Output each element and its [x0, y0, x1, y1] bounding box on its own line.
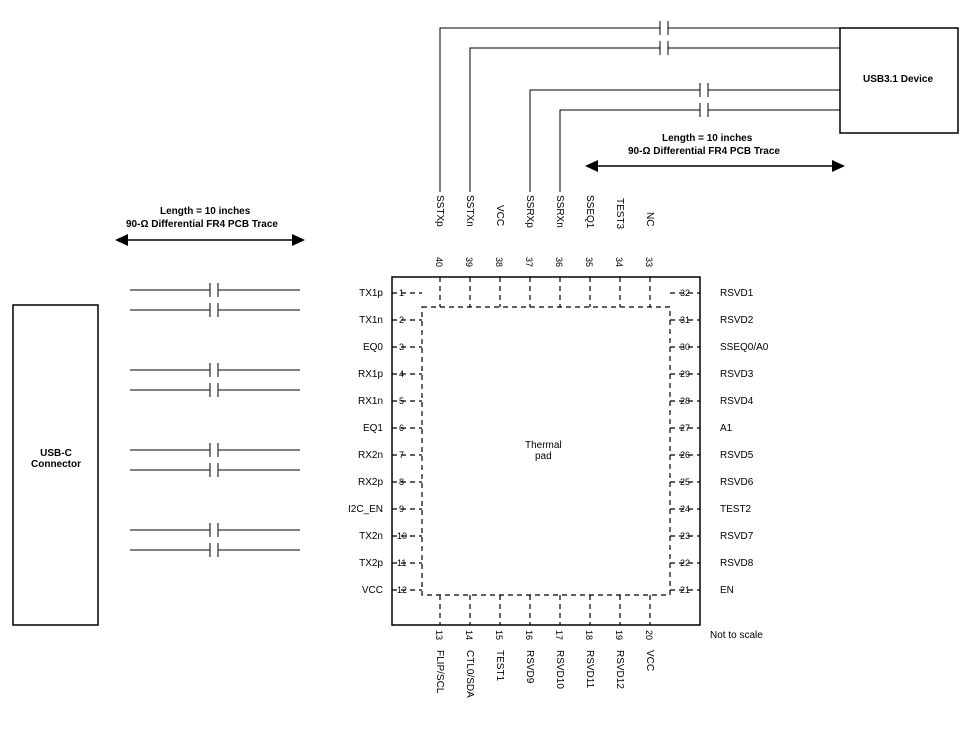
- pin-top-38-name: VCC: [494, 205, 505, 226]
- pin-bot-14-num: 14: [464, 630, 474, 640]
- pin-right-22-name: RSVD8: [720, 558, 753, 569]
- pin-left-6-name: EQ1: [328, 423, 383, 434]
- pin-top-37-num: 37: [524, 257, 534, 267]
- left-trace-len: Length = 10 inches: [160, 206, 250, 217]
- pin-left-12-name: VCC: [328, 585, 383, 596]
- pin-top-33-num: 33: [644, 257, 654, 267]
- pin-left-3-num: 3: [399, 342, 404, 352]
- right-trace-len: Length = 10 inches: [662, 133, 752, 144]
- usbc-label: USB-C Connector: [26, 448, 86, 470]
- pin-right-32-num: 32: [680, 288, 690, 298]
- pin-left-4-num: 4: [399, 369, 404, 379]
- pin-bot-16-num: 16: [524, 630, 534, 640]
- pin-top-38-num: 38: [494, 257, 504, 267]
- pin-top-40-num: 40: [434, 257, 444, 267]
- pin-right-30-name: SSEQ0/A0: [720, 342, 768, 353]
- pin-left-12-num: 12: [397, 585, 407, 595]
- pin-left-1-num: 1: [399, 288, 404, 298]
- not-to-scale: Not to scale: [710, 630, 763, 641]
- pins-top-leads: [440, 277, 650, 307]
- pin-bot-17-name: RSVD10: [554, 650, 565, 689]
- pin-left-10-num: 10: [397, 531, 407, 541]
- pin-bot-19-num: 19: [614, 630, 624, 640]
- pin-top-35-name: SSEQ1: [584, 195, 595, 228]
- pin-top-35-num: 35: [584, 257, 594, 267]
- pin-right-25-num: 25: [680, 477, 690, 487]
- pin-top-34-name: TEST3: [614, 198, 625, 229]
- usb31-label: USB3.1 Device: [848, 74, 948, 85]
- pin-left-9-name: I2C_EN: [328, 504, 383, 515]
- pin-left-10-name: TX2n: [328, 531, 383, 542]
- pin-bot-16-name: RSVD9: [524, 650, 535, 683]
- pin-right-24-num: 24: [680, 504, 690, 514]
- pin-right-24-name: TEST2: [720, 504, 751, 515]
- pin-bot-14-name: CTL0/SDA: [464, 650, 475, 698]
- pin-top-36-num: 36: [554, 257, 564, 267]
- pin-top-40-name: SSTXp: [434, 195, 445, 227]
- pin-bot-18-num: 18: [584, 630, 594, 640]
- pin-right-31-name: RSVD2: [720, 315, 753, 326]
- pin-left-5-name: RX1n: [328, 396, 383, 407]
- pin-left-9-num: 9: [399, 504, 404, 514]
- pin-right-28-num: 28: [680, 396, 690, 406]
- pin-right-28-name: RSVD4: [720, 396, 753, 407]
- pin-bot-13-num: 13: [434, 630, 444, 640]
- pins-right-leads: [670, 293, 700, 590]
- pin-left-4-name: RX1p: [328, 369, 383, 380]
- pin-right-29-num: 29: [680, 369, 690, 379]
- pin-right-26-name: RSVD5: [720, 450, 753, 461]
- left-caps: [130, 283, 300, 557]
- pin-bot-15-num: 15: [494, 630, 504, 640]
- pin-left-11-name: TX2p: [328, 558, 383, 569]
- pin-left-8-name: RX2p: [328, 477, 383, 488]
- pin-left-7-num: 7: [399, 450, 404, 460]
- pin-left-11-num: 11: [397, 558, 406, 568]
- right-arrow: [585, 160, 845, 172]
- pin-right-31-num: 31: [680, 315, 690, 325]
- pin-top-39-name: SSTXn: [464, 195, 475, 227]
- pin-right-27-name: A1: [720, 423, 732, 434]
- pin-right-25-name: RSVD6: [720, 477, 753, 488]
- pin-right-21-name: EN: [720, 585, 734, 596]
- pin-left-6-num: 6: [399, 423, 404, 433]
- right-trace-imp: 90-Ω Differential FR4 PCB Trace: [628, 146, 780, 157]
- pin-bot-19-name: RSVD12: [614, 650, 625, 689]
- pin-bot-17-num: 17: [554, 630, 564, 640]
- pin-right-27-num: 27: [680, 423, 690, 433]
- pin-bot-15-name: TEST1: [494, 650, 505, 681]
- left-trace-imp: 90-Ω Differential FR4 PCB Trace: [126, 219, 278, 230]
- thermal-pad-label: Thermal pad: [525, 440, 562, 462]
- left-arrow: [115, 234, 305, 246]
- pin-left-3-name: EQ0: [328, 342, 383, 353]
- pin-right-32-name: RSVD1: [720, 288, 753, 299]
- pin-top-36-name: SSRXn: [554, 195, 565, 228]
- pin-left-2-num: 2: [399, 315, 404, 325]
- pin-left-7-name: RX2n: [328, 450, 383, 461]
- pins-bottom-leads: [440, 595, 650, 625]
- pin-right-30-num: 30: [680, 342, 690, 352]
- pin-bot-13-name: FLIP/SCL: [434, 650, 445, 693]
- pin-left-2-name: TX1n: [328, 315, 383, 326]
- pin-right-23-name: RSVD7: [720, 531, 753, 542]
- pin-left-1-name: TX1p: [328, 288, 383, 299]
- pin-right-22-num: 22: [680, 558, 690, 568]
- diagram-canvas: [0, 0, 966, 737]
- pin-right-26-num: 26: [680, 450, 690, 460]
- pin-bot-20-name: VCC: [644, 650, 655, 671]
- pin-bot-20-num: 20: [644, 630, 654, 640]
- pin-left-8-num: 8: [399, 477, 404, 487]
- pin-top-34-num: 34: [614, 257, 624, 267]
- pin-top-33-name: NC: [644, 212, 655, 226]
- pin-top-37-name: SSRXp: [524, 195, 535, 228]
- pin-right-21-num: 21: [680, 585, 690, 595]
- pin-top-39-num: 39: [464, 257, 474, 267]
- pin-right-29-name: RSVD3: [720, 369, 753, 380]
- pin-right-23-num: 23: [680, 531, 690, 541]
- pin-bot-18-name: RSVD11: [584, 650, 595, 688]
- pins-left-leads: [392, 293, 422, 590]
- pin-left-5-num: 5: [399, 396, 404, 406]
